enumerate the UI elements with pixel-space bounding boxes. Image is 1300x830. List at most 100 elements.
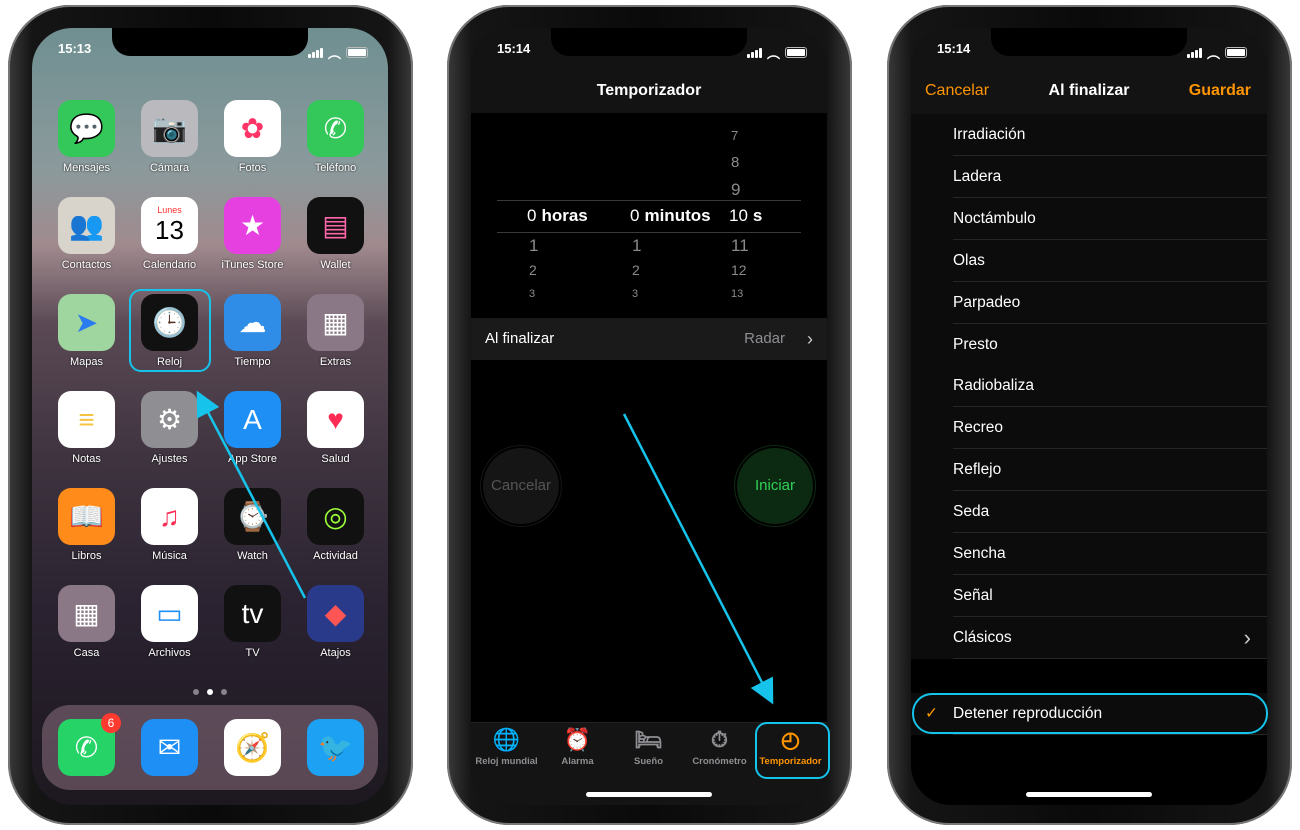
- sound-option[interactable]: Parpadeo: [911, 281, 1267, 324]
- picker-value[interactable]: 1: [632, 236, 641, 256]
- battery-icon: [1225, 47, 1247, 58]
- picker-value[interactable]: 7: [731, 128, 738, 143]
- app-tv[interactable]: tv TV: [224, 585, 281, 659]
- cancel-button[interactable]: Cancelar: [483, 448, 559, 524]
- picker-selected-hours[interactable]: 0 horas: [527, 206, 588, 226]
- dock-app[interactable]: 🐦: [307, 719, 364, 776]
- home-indicator: [1026, 792, 1152, 797]
- app-libros[interactable]: 📖 Libros: [58, 488, 115, 562]
- battery-icon: [785, 47, 807, 58]
- sound-option[interactable]: Clásicos ›: [911, 616, 1267, 659]
- app-mapas[interactable]: ➤ Mapas: [58, 294, 115, 368]
- tv-icon: tv: [224, 585, 281, 642]
- dock-app[interactable]: ✉: [141, 719, 198, 776]
- app-glyph: 🧭: [235, 732, 270, 763]
- picker-value[interactable]: 3: [529, 288, 535, 300]
- dock: ✆ 6 ✉ 🧭 🐦: [42, 705, 378, 790]
- app-glyph: ♫: [159, 500, 180, 532]
- sound-option[interactable]: Recreo: [911, 407, 1267, 450]
- cancel-button[interactable]: Cancelar: [925, 82, 989, 100]
- app-salud[interactable]: ♥ Salud: [307, 391, 364, 465]
- start-button[interactable]: Iniciar: [737, 448, 813, 524]
- picker-value[interactable]: 3: [632, 288, 638, 300]
- picker-value[interactable]: 9: [731, 180, 740, 200]
- sound-option[interactable]: Noctámbulo: [911, 197, 1267, 240]
- app-app-store[interactable]: A App Store: [224, 391, 281, 465]
- folder-icon: ▦: [307, 294, 364, 351]
- app-watch[interactable]: ⌚ Watch: [224, 488, 281, 562]
- picker-value[interactable]: 2: [529, 262, 537, 278]
- app-label: Actividad: [313, 550, 358, 562]
- app-label: Contactos: [61, 259, 112, 271]
- app-label: Atajos: [320, 647, 351, 659]
- picker-value[interactable]: 1: [529, 236, 538, 256]
- app-wallet[interactable]: ▤ Wallet: [307, 197, 364, 271]
- app-itunes-store[interactable]: ★ iTunes Store: [222, 197, 283, 271]
- app-glyph: ◆: [324, 598, 347, 629]
- health-icon: ♥: [307, 391, 364, 448]
- globe-icon: 🌐: [492, 727, 521, 752]
- app-extras[interactable]: ▦ Extras: [307, 294, 364, 368]
- app-glyph: ▦: [73, 598, 100, 629]
- timer-screen: 15:14 ︵ Temporizador 0 horas 1 2 3 0 minutos 1 2 3…: [471, 28, 827, 805]
- page-dots[interactable]: [32, 689, 388, 695]
- tab-cronómetro[interactable]: ⏱ Cronómetro: [684, 724, 755, 767]
- app-contactos[interactable]: 👥 Contactos: [58, 197, 115, 271]
- picker-value[interactable]: 12: [731, 262, 747, 278]
- app-calendario[interactable]: Lunes 13 Calendario: [141, 197, 198, 271]
- watch-icon: ⌚: [224, 488, 281, 545]
- sound-option[interactable]: Olas: [911, 239, 1267, 282]
- sound-option[interactable]: Seda: [911, 491, 1267, 534]
- sound-option[interactable]: Presto: [911, 323, 1267, 366]
- app-glyph: ⚙: [156, 404, 183, 435]
- app-teléfono[interactable]: ✆ Teléfono: [307, 100, 364, 174]
- app-cámara[interactable]: 📷 Cámara: [141, 100, 198, 174]
- app-glyph: 💬: [69, 113, 104, 144]
- sound-option[interactable]: Sencha: [911, 533, 1267, 575]
- tab-reloj-mundial[interactable]: 🌐 Reloj mundial: [471, 724, 542, 767]
- sound-label: Presto: [953, 335, 998, 353]
- tab-sueño[interactable]: 🛏 Sueño: [613, 724, 684, 767]
- signal-icon: [307, 47, 323, 58]
- tab-label: Alarma: [561, 756, 594, 767]
- picker-value[interactable]: 11: [731, 236, 749, 256]
- save-button[interactable]: Guardar: [1189, 82, 1251, 100]
- picker-selected-minutes[interactable]: 0 minutos: [630, 206, 711, 226]
- sound-option[interactable]: Reflejo: [911, 449, 1267, 492]
- sound-label: Parpadeo: [953, 293, 1021, 311]
- unit-label: horas: [541, 206, 588, 225]
- app-atajos[interactable]: ◆ Atajos: [307, 585, 364, 659]
- picker-selected-seconds[interactable]: 10 s: [729, 206, 762, 226]
- safari-icon: 🧭: [224, 719, 281, 776]
- app-fotos[interactable]: ✿ Fotos: [224, 100, 281, 174]
- selected-value: 0: [630, 206, 640, 225]
- dock-app[interactable]: 🧭: [224, 719, 281, 776]
- app-música[interactable]: ♫ Música: [141, 488, 198, 562]
- app-label: Libros: [71, 550, 102, 562]
- app-glyph: ✆: [323, 113, 348, 144]
- sound-label: Ladera: [953, 167, 1002, 185]
- status-time: 15:14: [497, 41, 531, 56]
- sound-option[interactable]: Irradiación: [911, 114, 1267, 156]
- dock-app[interactable]: ✆ 6: [58, 713, 121, 776]
- unit-label: s: [752, 206, 763, 225]
- sound-label: Olas: [953, 251, 985, 269]
- app-archivos[interactable]: ▭ Archivos: [141, 585, 198, 659]
- tab-alarma[interactable]: ⏰ Alarma: [542, 724, 613, 767]
- picker-value[interactable]: 13: [731, 288, 743, 300]
- wallet-icon: ▤: [307, 197, 364, 254]
- app-notas[interactable]: ≡ Notas: [58, 391, 115, 465]
- app-ajustes[interactable]: ⚙ Ajustes: [141, 391, 198, 465]
- sound-option[interactable]: Ladera: [911, 155, 1267, 198]
- app-label: Tiempo: [234, 356, 271, 368]
- app-tiempo[interactable]: ☁ Tiempo: [224, 294, 281, 368]
- on-finish-row[interactable]: Al finalizar Radar ›: [471, 318, 827, 360]
- app-casa[interactable]: ▦ Casa: [58, 585, 115, 659]
- app-mensajes[interactable]: 💬 Mensajes: [58, 100, 115, 174]
- sound-option[interactable]: Señal: [911, 574, 1267, 617]
- picker-value[interactable]: 8: [731, 154, 739, 171]
- sound-option[interactable]: Radiobaliza: [911, 365, 1267, 408]
- picker-value[interactable]: 2: [632, 262, 640, 278]
- app-actividad[interactable]: ◎ Actividad: [307, 488, 364, 562]
- files-icon: ▭: [141, 585, 198, 642]
